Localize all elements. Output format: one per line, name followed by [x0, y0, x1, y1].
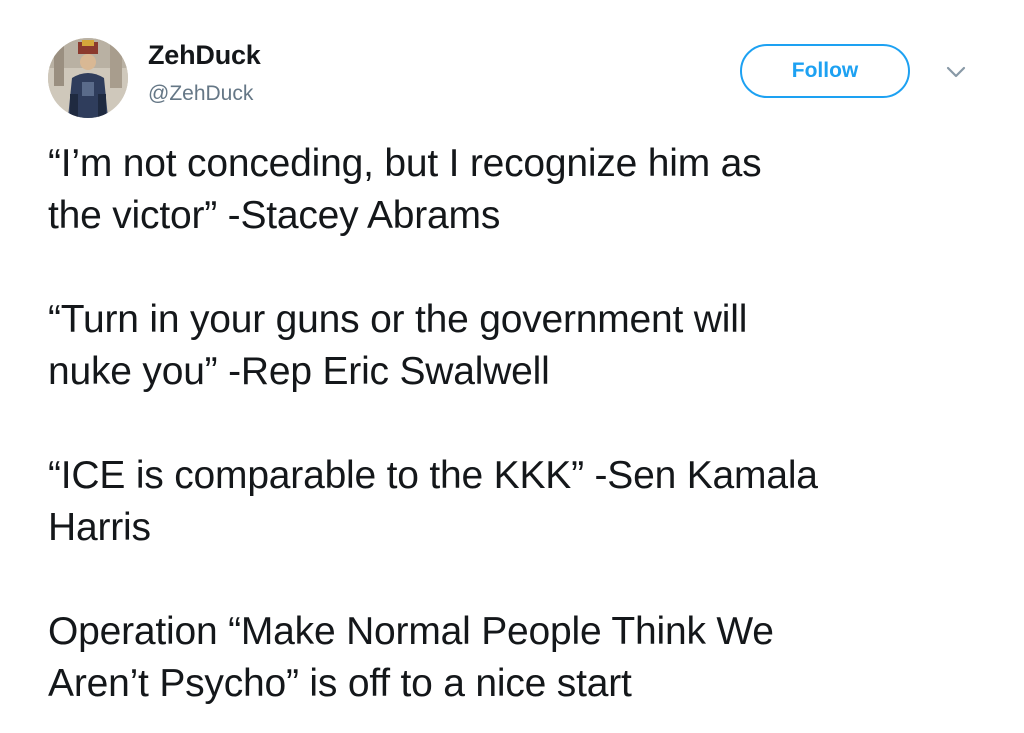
chevron-down-icon[interactable] — [944, 64, 968, 80]
avatar-image — [48, 38, 128, 118]
tweet-paragraph: “Turn in your guns or the government wil… — [48, 298, 748, 393]
tweet-card: ZehDuck @ZehDuck Follow “I’m not concedi… — [0, 0, 1024, 733]
tweet-paragraph: “ICE is comparable to the KKK” -Sen Kama… — [48, 454, 818, 549]
tweet-text: “I’m not conceding, but I recognize him … — [48, 138, 988, 710]
avatar[interactable] — [48, 38, 128, 118]
tweet-paragraph: Operation “Make Normal People Think We A… — [48, 610, 774, 705]
author-handle[interactable]: @ZehDuck — [148, 82, 253, 106]
author-name[interactable]: ZehDuck — [148, 40, 261, 71]
follow-button[interactable]: Follow — [740, 44, 910, 98]
tweet-paragraph: “I’m not conceding, but I recognize him … — [48, 142, 762, 237]
